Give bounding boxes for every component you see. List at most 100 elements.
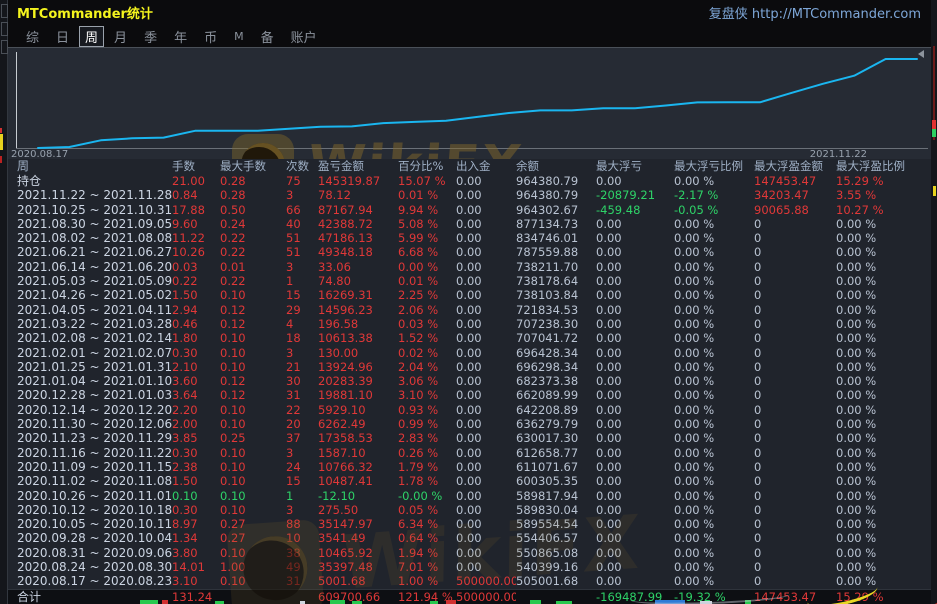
table-row[interactable]: 2021.02.08 ~ 2021.02.141.800.101810613.3… bbox=[7, 331, 931, 345]
cell: 0.00 % bbox=[836, 446, 928, 460]
menu-item-季[interactable]: 季 bbox=[137, 27, 164, 46]
table-row[interactable]: 持仓21.000.2875145319.8715.07 %0.00964380.… bbox=[7, 174, 931, 188]
cell: 3 bbox=[286, 188, 318, 202]
cell: 0.00 % bbox=[674, 388, 754, 402]
cell: 0.10 bbox=[220, 446, 286, 460]
cell: 0.00 % bbox=[836, 217, 928, 231]
cell: 0.00 % bbox=[398, 260, 456, 274]
cell: 0.00 % bbox=[674, 446, 754, 460]
table-row[interactable]: 2020.11.23 ~ 2020.11.293.850.253717358.5… bbox=[7, 431, 931, 445]
column-header[interactable]: 最大浮亏比例 bbox=[674, 159, 754, 174]
column-header[interactable]: 盈亏金额 bbox=[318, 159, 398, 174]
table-row[interactable]: 2020.11.09 ~ 2020.11.152.380.102410766.3… bbox=[7, 460, 931, 474]
cell: 0.10 bbox=[220, 503, 286, 517]
cell: 0.46 bbox=[172, 317, 220, 331]
row-label: 2020.09.28 ~ 2020.10.04 bbox=[7, 531, 172, 545]
cell: 0.28 bbox=[220, 174, 286, 188]
menu-item-日[interactable]: 日 bbox=[49, 27, 76, 46]
column-header[interactable]: 最大浮盈金额 bbox=[754, 159, 836, 174]
cell: 0.00 % bbox=[674, 317, 754, 331]
cell: 3.64 bbox=[172, 388, 220, 402]
app-window: MTCommander统计 复盘侠 http://MTCommander.com… bbox=[0, 0, 937, 604]
cell: 0.10 bbox=[220, 546, 286, 560]
menu-item-周[interactable]: 周 bbox=[79, 26, 104, 47]
cell: 0.00 bbox=[596, 417, 674, 431]
row-label: 2020.11.16 ~ 2020.11.22 bbox=[7, 446, 172, 460]
table-row[interactable]: 2021.08.30 ~ 2021.09.059.600.244042388.7… bbox=[7, 217, 931, 231]
equity-curve-chart[interactable] bbox=[7, 48, 931, 160]
cell: 1.79 % bbox=[398, 460, 456, 474]
cell: 49348.18 bbox=[318, 245, 398, 259]
column-header[interactable]: 百分比% bbox=[398, 159, 456, 174]
cell: 2.04 % bbox=[398, 360, 456, 374]
table-row[interactable]: 2020.12.28 ~ 2021.01.033.640.123119881.1… bbox=[7, 388, 931, 402]
cell: 0.00 bbox=[596, 403, 674, 417]
scroll-arrow-icon[interactable] bbox=[918, 50, 924, 58]
column-header[interactable]: 手数 bbox=[172, 159, 220, 174]
table-row[interactable]: 2020.10.12 ~ 2020.10.180.300.103275.500.… bbox=[7, 503, 931, 517]
table-row[interactable]: 2021.03.22 ~ 2021.03.280.460.124196.580.… bbox=[7, 317, 931, 331]
table-row[interactable]: 2020.12.14 ~ 2020.12.202.200.10225929.10… bbox=[7, 403, 931, 417]
cell: 0.00 % bbox=[674, 303, 754, 317]
cell: 14.01 bbox=[172, 560, 220, 574]
table-row[interactable]: 2021.08.02 ~ 2021.08.0811.220.225147186.… bbox=[7, 231, 931, 245]
cell: 0.00 bbox=[596, 274, 674, 288]
cell: 1.78 % bbox=[398, 474, 456, 488]
window-title: MTCommander统计 bbox=[17, 3, 153, 22]
menu-item-M[interactable]: M bbox=[227, 30, 251, 43]
cell: 0.00 % bbox=[836, 503, 928, 517]
table-row[interactable]: 2021.04.05 ~ 2021.04.112.940.122914596.2… bbox=[7, 303, 931, 317]
cell: 15 bbox=[286, 288, 318, 302]
column-header[interactable]: 最大手数 bbox=[220, 159, 286, 174]
table-row[interactable]: 2021.01.04 ~ 2021.01.103.600.123020283.3… bbox=[7, 374, 931, 388]
cell: 662089.99 bbox=[516, 388, 596, 402]
background-fragment bbox=[0, 134, 3, 150]
menu-item-年[interactable]: 年 bbox=[167, 27, 194, 46]
cell: 0.00 bbox=[596, 374, 674, 388]
menu-item-综[interactable]: 综 bbox=[19, 27, 46, 46]
cell: 10766.32 bbox=[318, 460, 398, 474]
table-row[interactable]: 2020.10.26 ~ 2020.11.010.100.101-12.10-0… bbox=[7, 489, 931, 503]
table-row[interactable]: 2021.01.25 ~ 2021.01.312.100.102113924.9… bbox=[7, 360, 931, 374]
table-row[interactable]: 2020.08.17 ~ 2020.08.233.100.10315001.68… bbox=[7, 574, 931, 588]
table-row[interactable]: 2020.10.05 ~ 2020.10.118.970.278835147.9… bbox=[7, 517, 931, 531]
cell: 0.12 bbox=[220, 388, 286, 402]
title-bar: MTCommander统计 复盘侠 http://MTCommander.com bbox=[7, 0, 931, 25]
table-row[interactable]: 2021.05.03 ~ 2021.05.090.220.22174.800.0… bbox=[7, 274, 931, 288]
column-header[interactable]: 周 bbox=[7, 159, 172, 174]
table-row[interactable]: 2021.06.21 ~ 2021.06.2710.260.225149348.… bbox=[7, 245, 931, 259]
table-row[interactable]: 2020.09.28 ~ 2020.10.041.340.27103541.49… bbox=[7, 531, 931, 545]
cell: 0.00 % bbox=[836, 360, 928, 374]
menu-item-账户[interactable]: 账户 bbox=[284, 27, 324, 46]
cell: 1 bbox=[286, 274, 318, 288]
brand-link[interactable]: 复盘侠 http://MTCommander.com bbox=[709, 3, 921, 22]
table-row[interactable]: 2020.08.31 ~ 2020.09.063.800.103810465.9… bbox=[7, 546, 931, 560]
column-header[interactable]: 出入金 bbox=[456, 159, 516, 174]
table-row[interactable]: 2020.11.02 ~ 2020.11.081.500.101510487.4… bbox=[7, 474, 931, 488]
column-header[interactable]: 余额 bbox=[516, 159, 596, 174]
table-row[interactable]: 2021.10.25 ~ 2021.10.3117.880.506687167.… bbox=[7, 203, 931, 217]
table-row[interactable]: 2021.02.01 ~ 2021.02.070.300.103130.000.… bbox=[7, 346, 931, 360]
menu-item-月[interactable]: 月 bbox=[107, 27, 134, 46]
cell: 0 bbox=[754, 560, 836, 574]
cell: 1.50 bbox=[172, 474, 220, 488]
cell: 0.00 bbox=[596, 574, 674, 588]
cell: 0.00 % bbox=[674, 288, 754, 302]
cell: 35397.48 bbox=[318, 560, 398, 574]
table-row[interactable]: 2021.06.14 ~ 2021.06.200.030.01333.060.0… bbox=[7, 260, 931, 274]
menu-item-币[interactable]: 币 bbox=[197, 27, 224, 46]
table-row[interactable]: 2021.11.22 ~ 2021.11.280.840.28378.120.0… bbox=[7, 188, 931, 202]
column-header[interactable]: 最大浮亏 bbox=[596, 159, 674, 174]
cell: 834746.01 bbox=[516, 231, 596, 245]
column-header[interactable]: 次数 bbox=[286, 159, 318, 174]
cell: 738103.84 bbox=[516, 288, 596, 302]
row-label: 2021.04.26 ~ 2021.05.02 bbox=[7, 288, 172, 302]
table-row[interactable]: 2020.11.30 ~ 2020.12.062.000.10206262.49… bbox=[7, 417, 931, 431]
cell: 0.10 bbox=[220, 288, 286, 302]
table-row[interactable]: 2020.11.16 ~ 2020.11.220.300.1031587.100… bbox=[7, 446, 931, 460]
table-row[interactable]: 2020.08.24 ~ 2020.08.3014.011.004935397.… bbox=[7, 560, 931, 574]
cell: 0.00 % bbox=[674, 231, 754, 245]
column-header[interactable]: 最大浮盈比例 bbox=[836, 159, 928, 174]
table-row[interactable]: 2021.04.26 ~ 2021.05.021.500.101516269.3… bbox=[7, 288, 931, 302]
menu-item-备[interactable]: 备 bbox=[254, 27, 281, 46]
